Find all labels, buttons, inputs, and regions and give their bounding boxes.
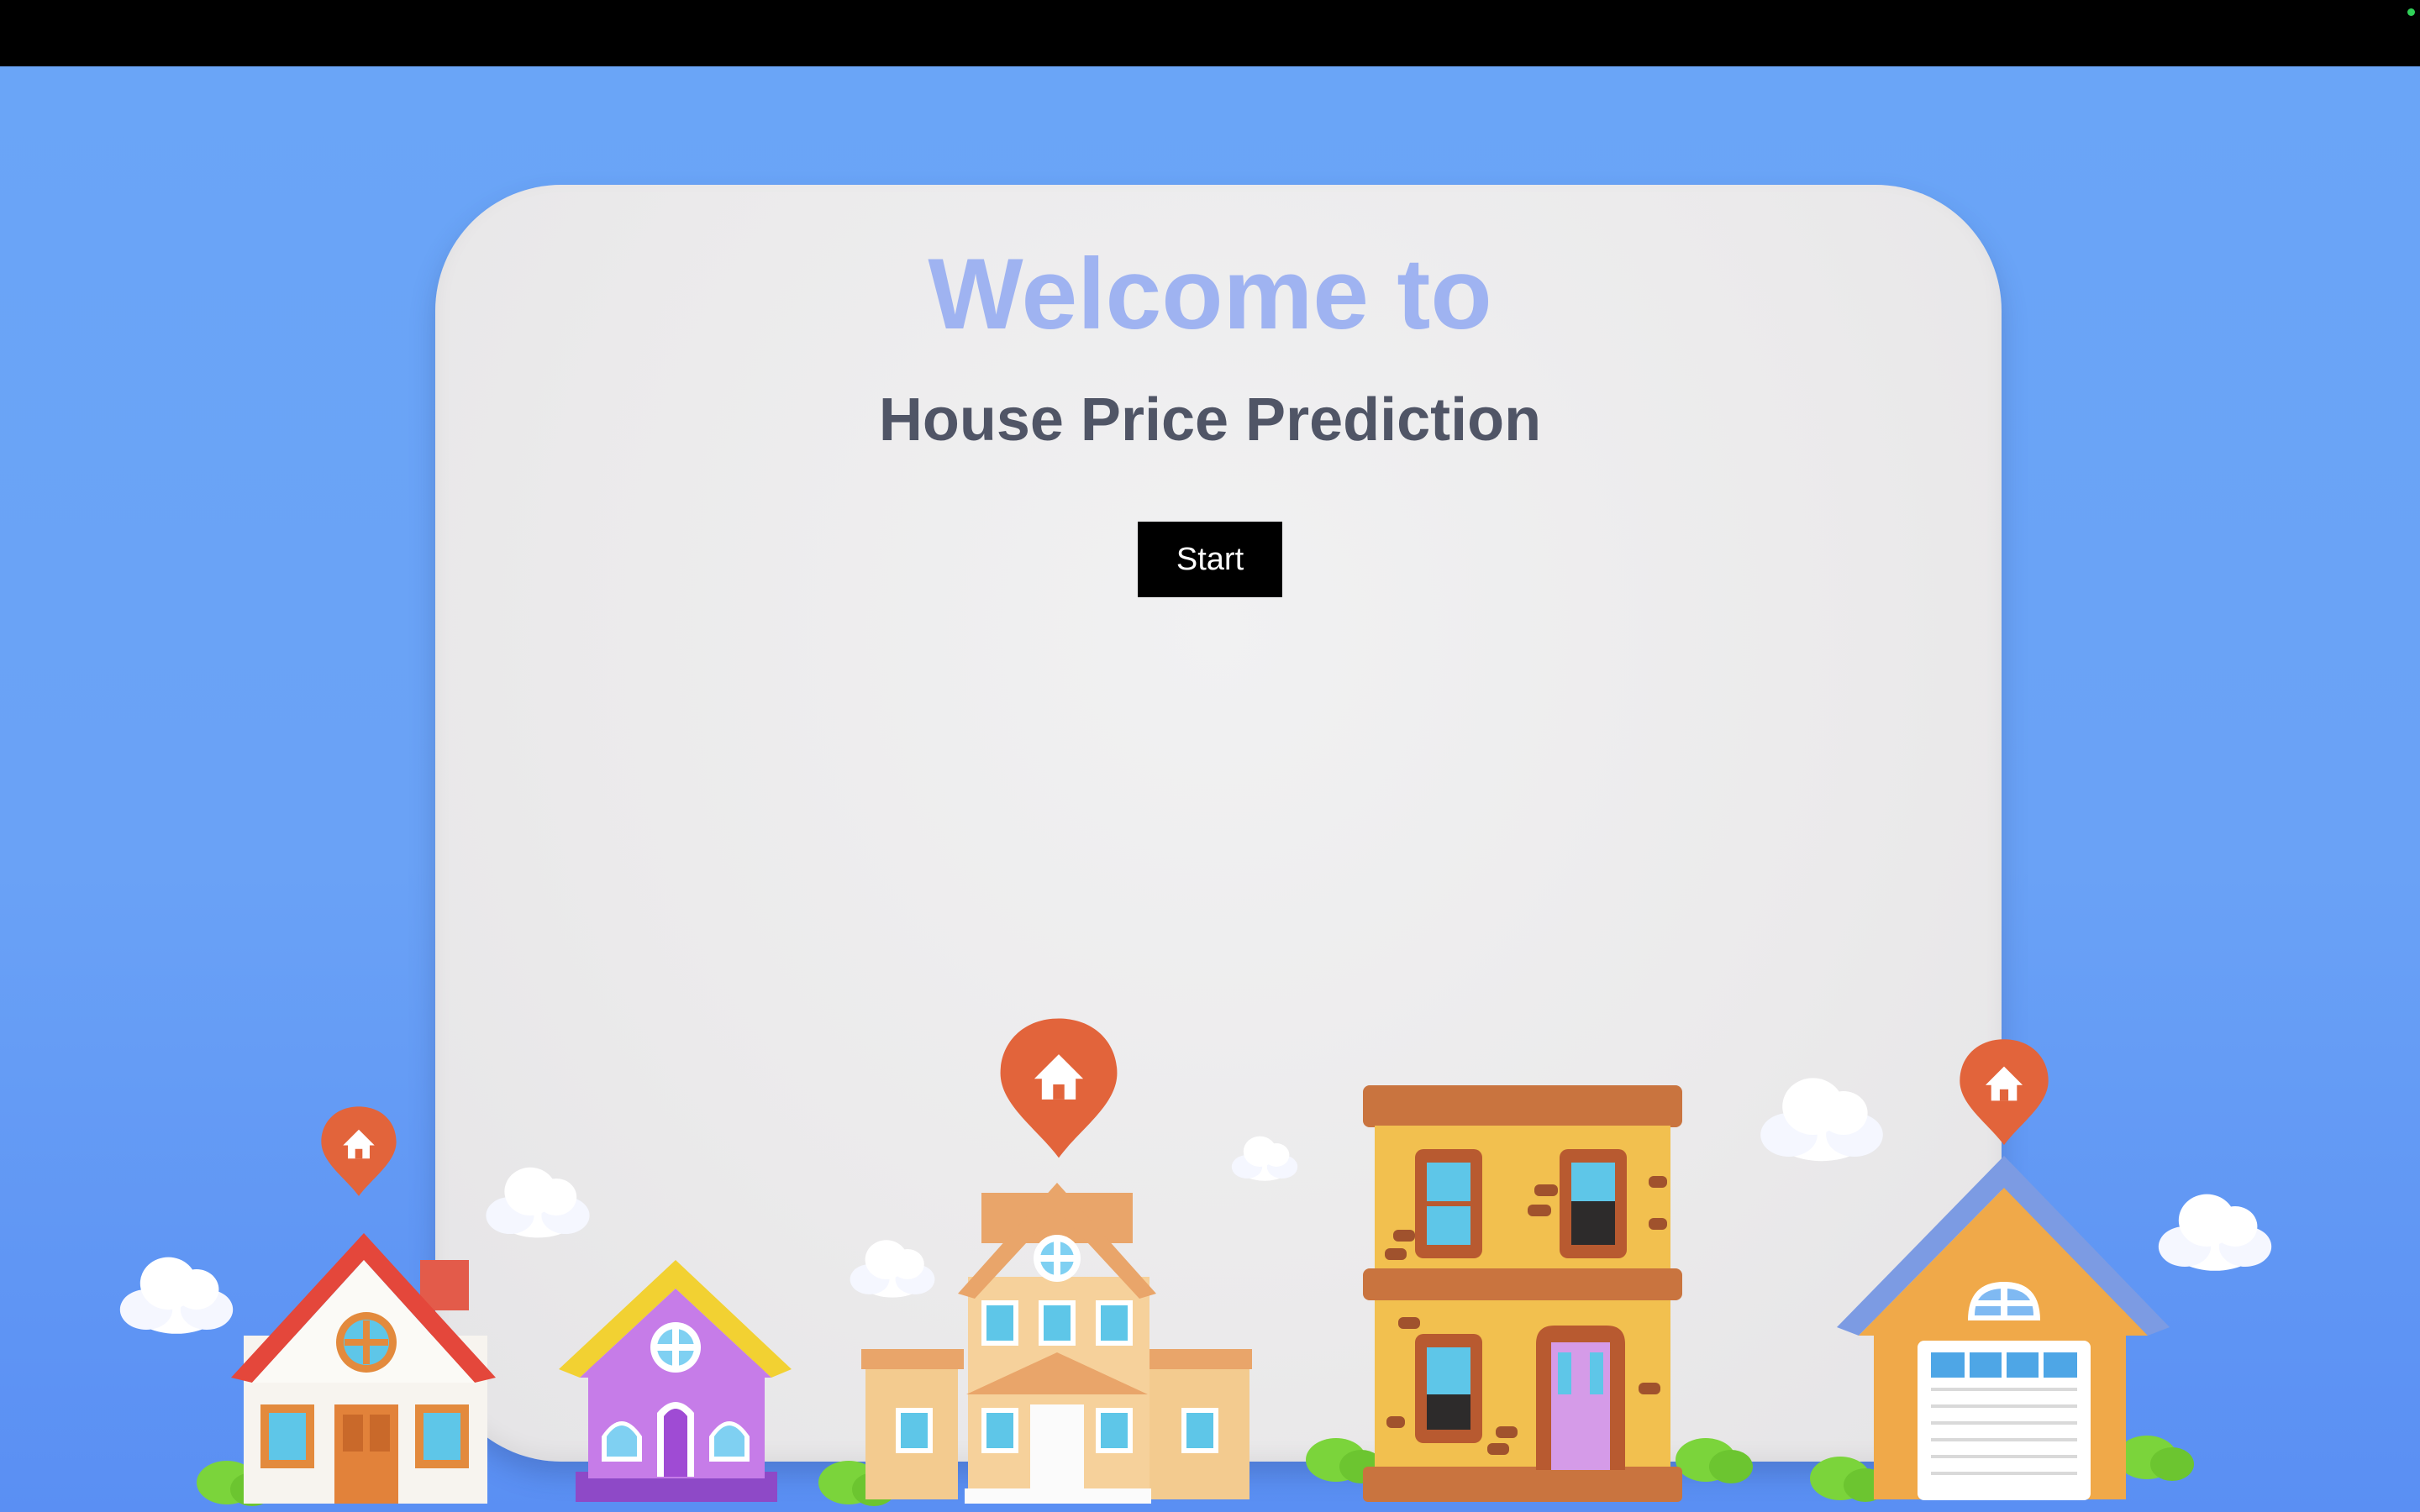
app-screen: Welcome to House Price Prediction Start [0, 0, 2420, 1512]
status-indicator-icon [2407, 8, 2415, 16]
system-top-bar [0, 0, 2420, 66]
welcome-heading: Welcome to [928, 238, 1492, 350]
welcome-card [435, 185, 2002, 1462]
start-button[interactable]: Start [1138, 522, 1282, 597]
app-title: House Price Prediction [878, 386, 1542, 454]
